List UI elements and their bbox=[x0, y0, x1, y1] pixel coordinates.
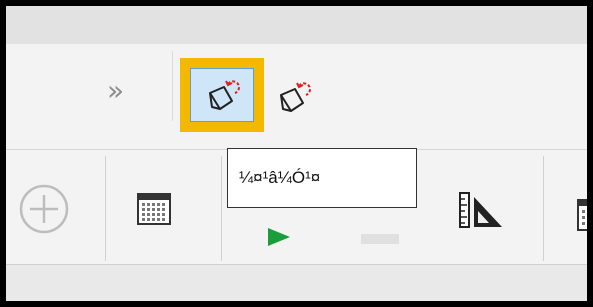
eraser-undo-button-highlighted[interactable] bbox=[180, 58, 264, 132]
toolbar-divider bbox=[172, 51, 173, 121]
tooltip: ¼¤¹â¼Ó¹¤ bbox=[227, 148, 417, 208]
disabled-control bbox=[361, 234, 399, 244]
toolbar-divider bbox=[543, 156, 544, 261]
calendar-grid-icon[interactable] bbox=[577, 199, 587, 231]
eraser-undo-icon bbox=[209, 80, 240, 110]
eraser-undo-button-active-bg[interactable] bbox=[190, 68, 254, 122]
plus-circle-icon bbox=[19, 184, 69, 234]
eraser-undo-button[interactable] bbox=[278, 78, 318, 118]
add-button[interactable] bbox=[18, 183, 70, 235]
toolbar-divider bbox=[221, 156, 222, 261]
title-band bbox=[6, 6, 587, 44]
ruler-triangle-icon[interactable] bbox=[459, 189, 505, 229]
toolbar-overflow-chevron[interactable]: » bbox=[107, 77, 124, 105]
status-bar bbox=[6, 264, 587, 301]
green-arrow-icon[interactable] bbox=[268, 228, 290, 246]
calendar-grid-icon[interactable] bbox=[137, 193, 171, 225]
toolbar-divider bbox=[105, 156, 106, 261]
eraser-undo-icon bbox=[280, 82, 311, 112]
